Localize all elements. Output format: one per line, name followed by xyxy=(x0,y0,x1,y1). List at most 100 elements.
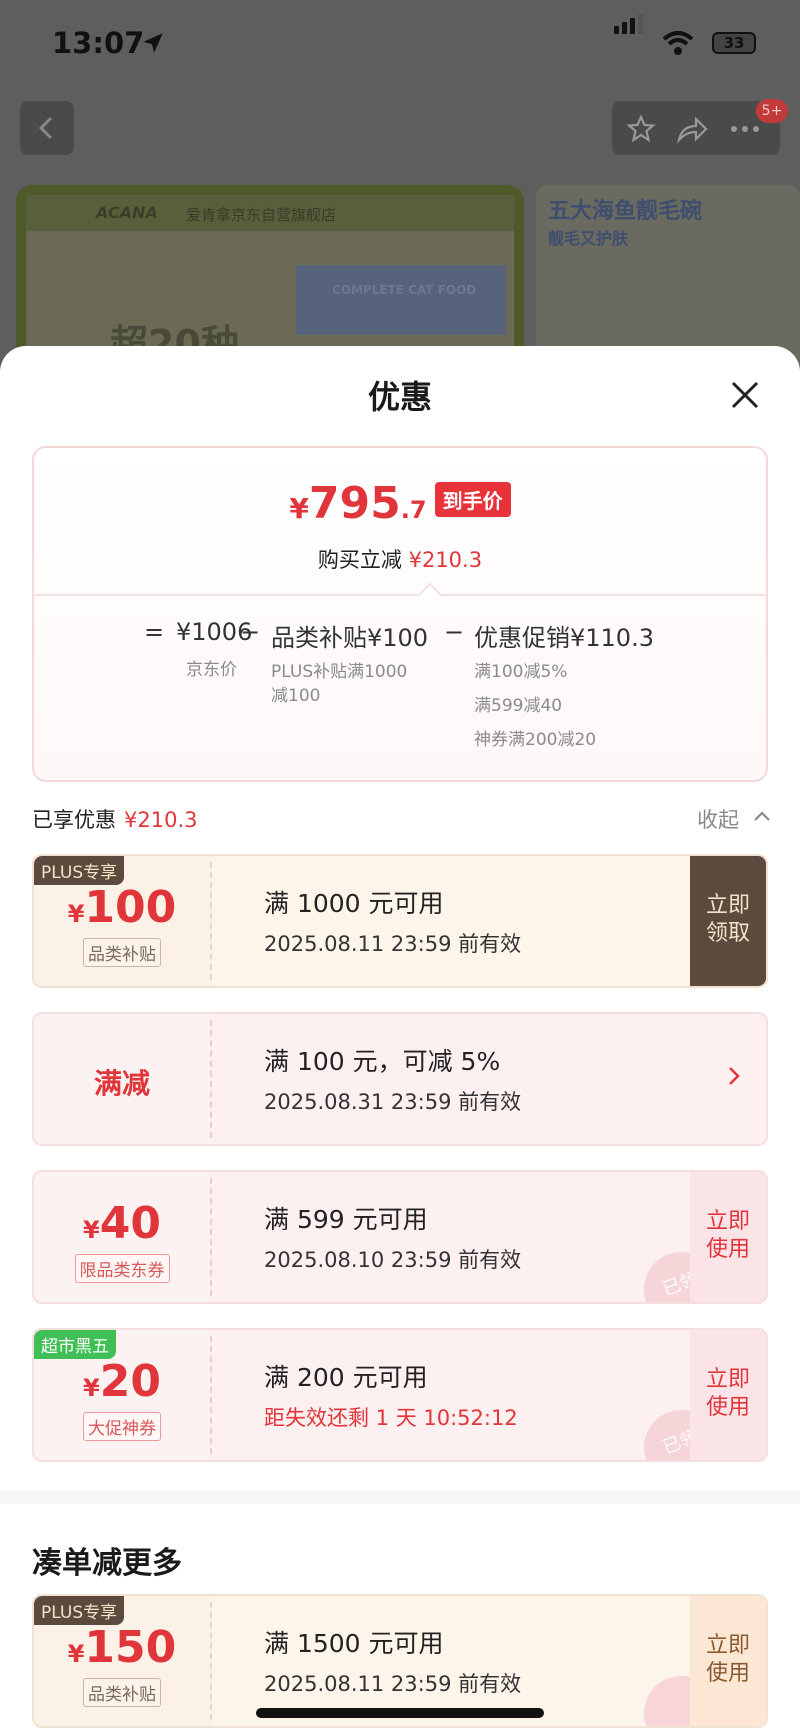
notification-badge: 5+ xyxy=(756,99,788,123)
divider-notch xyxy=(418,582,442,606)
coupon-currency: ¥ xyxy=(83,1216,100,1244)
wifi-icon xyxy=(662,31,694,55)
star-icon[interactable] xyxy=(626,114,656,144)
coupon-left: ¥40 限品类东券 xyxy=(34,1172,210,1302)
coupon-left: PLUS专享 ¥150 品类补贴 xyxy=(34,1596,210,1726)
coupon-type-label: 品类补贴 xyxy=(83,1678,161,1707)
claim-label-1: 立即 xyxy=(705,893,750,918)
claim-label-2: 领取 xyxy=(705,921,750,946)
coupon-flag: PLUS专享 xyxy=(34,1596,125,1625)
coupon-40: ¥40 限品类东券 满 599 元可用 2025.08.10 23:59 前有效… xyxy=(32,1170,768,1304)
final-price-tag: 到手价 xyxy=(434,482,511,517)
coupon-value: 40 xyxy=(99,1198,161,1249)
coupon-amount: ¥150 xyxy=(34,1622,210,1673)
use-label-2: 使用 xyxy=(705,1661,750,1686)
coupon-left: 超市黑五 ¥20 大促神券 xyxy=(34,1330,210,1460)
coupon-validity: 2025.08.10 23:59 前有效 xyxy=(264,1248,522,1272)
more-savings-title: 凑单减更多 xyxy=(32,1546,182,1581)
coupon-type-label: 限品类东券 xyxy=(74,1254,170,1283)
sheet-title: 优惠 xyxy=(367,378,432,416)
instant-cut-row: 购买立减 ¥210.3 xyxy=(34,544,766,574)
location-arrow-icon xyxy=(143,33,163,53)
final-price-currency: ¥ xyxy=(289,492,309,525)
use-label-2: 使用 xyxy=(705,1237,750,1262)
status-bar: 13:07 33 xyxy=(0,0,800,90)
coupon-flag: 超市黑五 xyxy=(34,1330,116,1359)
banner-shop-name: 爱肯拿京东自营旗舰店 xyxy=(186,206,337,224)
coupon-condition: 满 1000 元可用 xyxy=(264,889,444,918)
claim-button[interactable]: 立即 领取 xyxy=(690,856,766,986)
coupon-right: 满 1000 元可用 2025.08.11 23:59 前有效 xyxy=(212,856,766,986)
promo-detail-3: 神券满200减20 xyxy=(474,730,597,750)
use-button[interactable]: 立即 使用 xyxy=(690,1596,766,1726)
back-button[interactable] xyxy=(20,101,74,155)
coupon-validity: 2025.08.11 23:59 前有效 xyxy=(264,932,522,956)
coupon-value: 150 xyxy=(84,1622,177,1673)
final-price-integer: 795 xyxy=(308,478,401,529)
category-subsidy: 品类补贴¥100 xyxy=(271,624,429,652)
coupon-full-reduction[interactable]: 满减 满 100 元，可减 5% 2025.08.31 23:59 前有效 xyxy=(32,1012,768,1146)
nav-actions xyxy=(612,101,780,155)
final-price: ¥795.7 xyxy=(289,478,426,529)
use-button[interactable]: 立即 使用 xyxy=(690,1330,766,1460)
use-button[interactable]: 立即 使用 xyxy=(690,1172,766,1302)
coupon-condition: 满 1500 元可用 xyxy=(264,1629,444,1658)
equals-sign: = xyxy=(144,618,165,646)
coupon-type: 品类补贴 xyxy=(34,1678,210,1707)
chevron-right-icon xyxy=(729,1067,740,1085)
coupon-left: 满减 xyxy=(34,1014,210,1144)
coupon-type: 限品类东券 xyxy=(34,1254,210,1283)
coupon-currency: ¥ xyxy=(67,1640,85,1668)
price-breakdown-card: ¥795.7 到手价 购买立减 ¥210.3 = ¥1006 − 品类补贴¥100… xyxy=(32,446,768,782)
section-divider xyxy=(0,1490,800,1504)
close-icon[interactable] xyxy=(728,378,762,412)
battery-level: 33 xyxy=(723,34,745,52)
promo-detail-1: 满100减5% xyxy=(474,662,568,682)
coupon-right: 满 100 元，可减 5% 2025.08.31 23:59 前有效 xyxy=(212,1014,766,1144)
coupon-amount: ¥40 xyxy=(34,1198,210,1249)
coupon-condition: 满 100 元，可减 5% xyxy=(264,1047,501,1076)
coupon-plus-100: PLUS专享 ¥100 品类补贴 满 1000 元可用 2025.08.11 2… xyxy=(32,854,768,988)
promo-discount: 优惠促销¥110.3 xyxy=(474,624,654,652)
coupon-countdown: 距失效还剩 1 天 10:52:12 xyxy=(264,1406,518,1430)
coupon-currency: ¥ xyxy=(67,900,85,928)
use-label-1: 立即 xyxy=(705,1633,750,1658)
minus-sign: − xyxy=(444,618,465,646)
coupon-flag: PLUS专享 xyxy=(34,856,125,885)
enjoyed-amount: ¥210.3 xyxy=(124,808,198,832)
coupon-left: PLUS专享 ¥100 品类补贴 xyxy=(34,856,210,986)
instant-cut-label: 购买立减 xyxy=(317,548,402,572)
instant-cut-amount: ¥210.3 xyxy=(408,548,483,572)
promo-detail-2: 满599减40 xyxy=(474,696,563,716)
banner-header: ACANA 爱肯拿京东自营旗舰店 xyxy=(26,195,514,231)
subsidy-detail-2: 减100 xyxy=(271,686,321,706)
final-price-decimal: .7 xyxy=(400,496,427,524)
status-time: 13:07 xyxy=(52,26,145,60)
chevron-up-icon xyxy=(754,811,770,821)
coupon-condition: 满 599 元可用 xyxy=(264,1205,428,1234)
coupon-amount: ¥20 xyxy=(34,1356,210,1407)
coupon-type-label: 品类补贴 xyxy=(83,938,161,967)
coupon-value: 100 xyxy=(84,882,177,933)
coupon-validity: 2025.08.31 23:59 前有效 xyxy=(264,1090,522,1114)
final-price-row: ¥795.7 到手价 xyxy=(34,478,766,529)
more-icon[interactable] xyxy=(730,125,760,133)
coupon-title: 满减 xyxy=(93,1067,150,1100)
banner-brand: ACANA xyxy=(96,203,158,222)
subsidy-detail-1: PLUS补贴满1000 xyxy=(271,662,408,682)
discount-sheet: 优惠 ¥795.7 到手价 购买立减 ¥210.3 = ¥1006 − 品类补贴¥… xyxy=(0,346,800,1731)
home-indicator xyxy=(256,1708,544,1718)
use-label-1: 立即 xyxy=(705,1209,750,1234)
side-banner-title: 五大海鱼靓毛碗 xyxy=(548,199,703,224)
minus-sign: − xyxy=(240,618,261,646)
coupon-currency: ¥ xyxy=(83,1374,100,1402)
collapse-button[interactable]: 收起 xyxy=(697,804,770,834)
collapse-label: 收起 xyxy=(697,808,739,832)
coupon-value: 20 xyxy=(99,1356,161,1407)
banner-product-text: COMPLETE CAT FOOD xyxy=(332,283,477,297)
coupon-type: 品类补贴 xyxy=(34,938,210,967)
coupon-type: 大促神券 xyxy=(34,1412,210,1441)
enjoyed-label: 已享优惠 xyxy=(32,808,116,832)
share-icon[interactable] xyxy=(676,114,708,144)
use-label-2: 使用 xyxy=(705,1395,750,1420)
